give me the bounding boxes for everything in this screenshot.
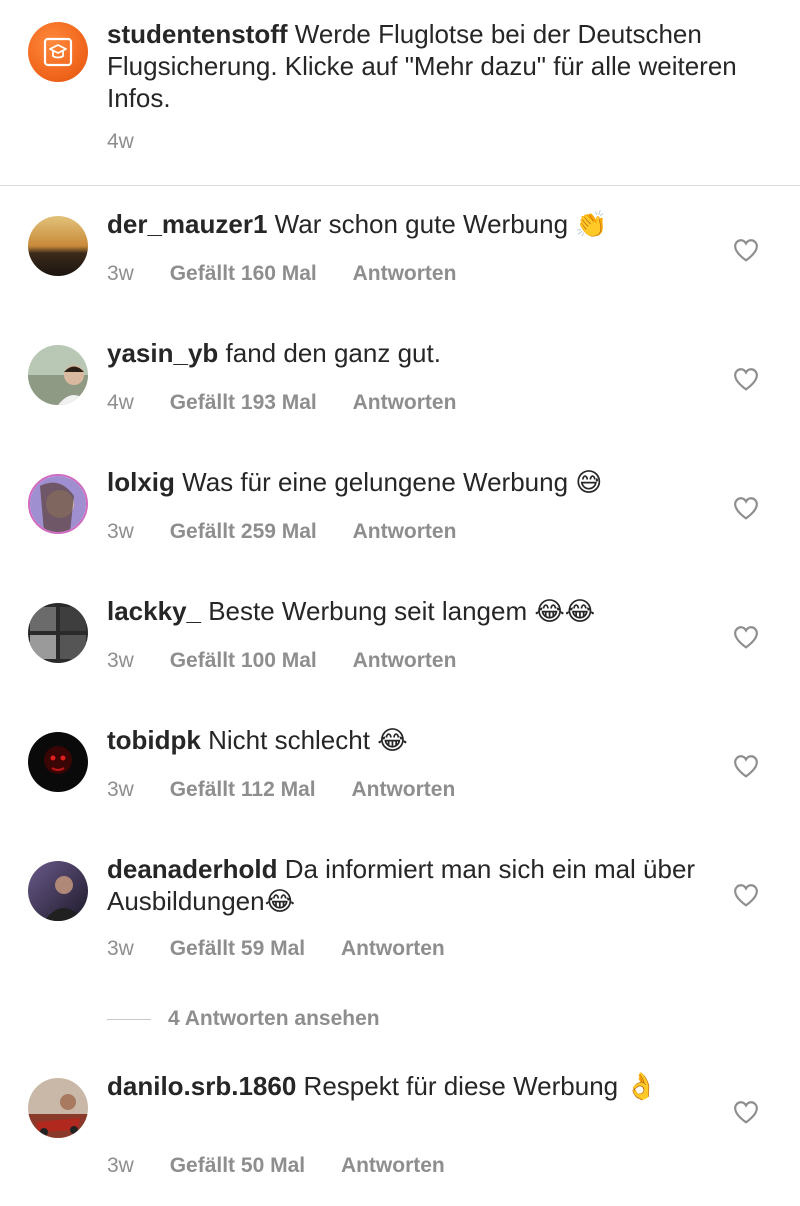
comment-timestamp: 3w <box>107 262 134 285</box>
reply-button[interactable]: Antworten <box>353 391 457 414</box>
likes-count[interactable]: Gefällt 160 Mal <box>170 262 317 285</box>
reply-button[interactable]: Antworten <box>341 937 445 960</box>
comment-text: Was für eine gelungene Werbung <box>182 467 569 497</box>
comment-meta: 4w Gefällt 193 Mal Antworten <box>107 391 486 415</box>
heart-icon[interactable] <box>733 1100 759 1124</box>
likes-count[interactable]: Gefällt 193 Mal <box>170 391 317 414</box>
avatar[interactable] <box>28 345 88 405</box>
comment-text: Nicht schlecht <box>208 725 370 755</box>
tears-of-joy-emoji: 😂 <box>264 887 295 917</box>
likes-count[interactable]: Gefällt 100 Mal <box>170 649 317 672</box>
comment-username[interactable]: der_mauzer1 <box>107 209 267 239</box>
reply-button[interactable]: Antworten <box>353 262 457 285</box>
tears-of-joy-emoji: 😂 <box>377 726 408 756</box>
comment-username[interactable]: tobidpk <box>107 725 201 755</box>
comment-username[interactable]: deanaderhold <box>107 854 277 884</box>
comment-timestamp: 3w <box>107 778 134 801</box>
comment-text-block: yasin_yb fand den ganz gut. <box>107 337 697 369</box>
comment-text-block: lolxig Was für eine gelungene Werbung 😅 <box>107 466 697 499</box>
comment-text-block: deanaderhold Da informiert man sich ein … <box>107 853 697 918</box>
replies-divider-line <box>107 1018 151 1020</box>
comment-timestamp: 4w <box>107 391 134 414</box>
comment-meta: 3w Gefällt 112 Mal Antworten <box>107 778 485 802</box>
heart-icon[interactable] <box>733 238 759 262</box>
comment-username[interactable]: lackky_ <box>107 596 201 626</box>
comment-text: Respekt für diese Werbung <box>303 1071 619 1101</box>
caption-text-block: studentenstoff Werde Fluglotse bei der D… <box>107 18 767 114</box>
reply-button[interactable]: Antworten <box>351 778 455 801</box>
comment-text-block: tobidpk Nicht schlecht 😂 <box>107 724 697 757</box>
comment-text-block: lackky_ Beste Werbung seit langem 😂😂 <box>107 595 697 628</box>
reply-button[interactable]: Antworten <box>353 520 457 543</box>
view-replies-button[interactable]: 4 Antworten ansehen <box>107 1007 380 1031</box>
likes-count[interactable]: Gefällt 59 Mal <box>170 937 305 960</box>
avatar[interactable] <box>28 1078 88 1138</box>
view-replies-label: 4 Antworten ansehen <box>168 1007 380 1030</box>
comment-meta: 3w Gefällt 50 Mal Antworten <box>107 1154 475 1178</box>
comment-text: War schon gute Werbung <box>274 209 569 239</box>
grinning-sweat-emoji: 😅 <box>575 468 603 498</box>
comment-username[interactable]: danilo.srb.1860 <box>107 1071 296 1101</box>
studentenstoff-avatar[interactable] <box>28 22 88 82</box>
comment-text-block: der_mauzer1 War schon gute Werbung 👏 <box>107 208 697 241</box>
clapping-hands-emoji: 👏 <box>575 210 608 240</box>
comment-timestamp: 3w <box>107 520 134 543</box>
heart-icon[interactable] <box>733 367 759 391</box>
comment-username[interactable]: yasin_yb <box>107 338 218 368</box>
divider <box>0 185 800 186</box>
comment-timestamp: 3w <box>107 649 134 672</box>
comment-text: fand den ganz gut. <box>225 338 441 368</box>
avatar[interactable] <box>28 216 88 276</box>
likes-count[interactable]: Gefällt 112 Mal <box>170 778 316 801</box>
heart-icon[interactable] <box>733 625 759 649</box>
comment-meta: 3w Gefällt 100 Mal Antworten <box>107 649 486 673</box>
heart-icon[interactable] <box>733 883 759 907</box>
heart-icon[interactable] <box>733 496 759 520</box>
caption-timestamp: 4w <box>107 130 134 153</box>
caption-username[interactable]: studentenstoff <box>107 19 288 49</box>
ok-hand-emoji: 👌 <box>625 1072 658 1102</box>
tears-of-joy-emoji: 😂😂 <box>534 597 596 627</box>
avatar[interactable] <box>28 474 88 534</box>
post-caption: studentenstoff Werde Fluglotse bei der D… <box>0 0 800 186</box>
comment-meta: 3w Gefällt 259 Mal Antworten <box>107 520 486 544</box>
avatar[interactable] <box>28 732 88 792</box>
avatar[interactable] <box>28 603 88 663</box>
comment-text-block: danilo.srb.1860 Respekt für diese Werbun… <box>107 1070 697 1103</box>
comment-text: Beste Werbung seit langem <box>208 596 528 626</box>
likes-count[interactable]: Gefällt 50 Mal <box>170 1154 305 1177</box>
comment-timestamp: 3w <box>107 937 134 960</box>
comment-timestamp: 3w <box>107 1154 134 1177</box>
comment-username[interactable]: lolxig <box>107 467 175 497</box>
comment-meta: 3w Gefällt 160 Mal Antworten <box>107 262 486 286</box>
avatar[interactable] <box>28 861 88 921</box>
comment-meta: 3w Gefällt 59 Mal Antworten <box>107 937 475 961</box>
reply-button[interactable]: Antworten <box>353 649 457 672</box>
reply-button[interactable]: Antworten <box>341 1154 445 1177</box>
graduation-cap-icon <box>43 37 73 67</box>
heart-icon[interactable] <box>733 754 759 778</box>
likes-count[interactable]: Gefällt 259 Mal <box>170 520 317 543</box>
